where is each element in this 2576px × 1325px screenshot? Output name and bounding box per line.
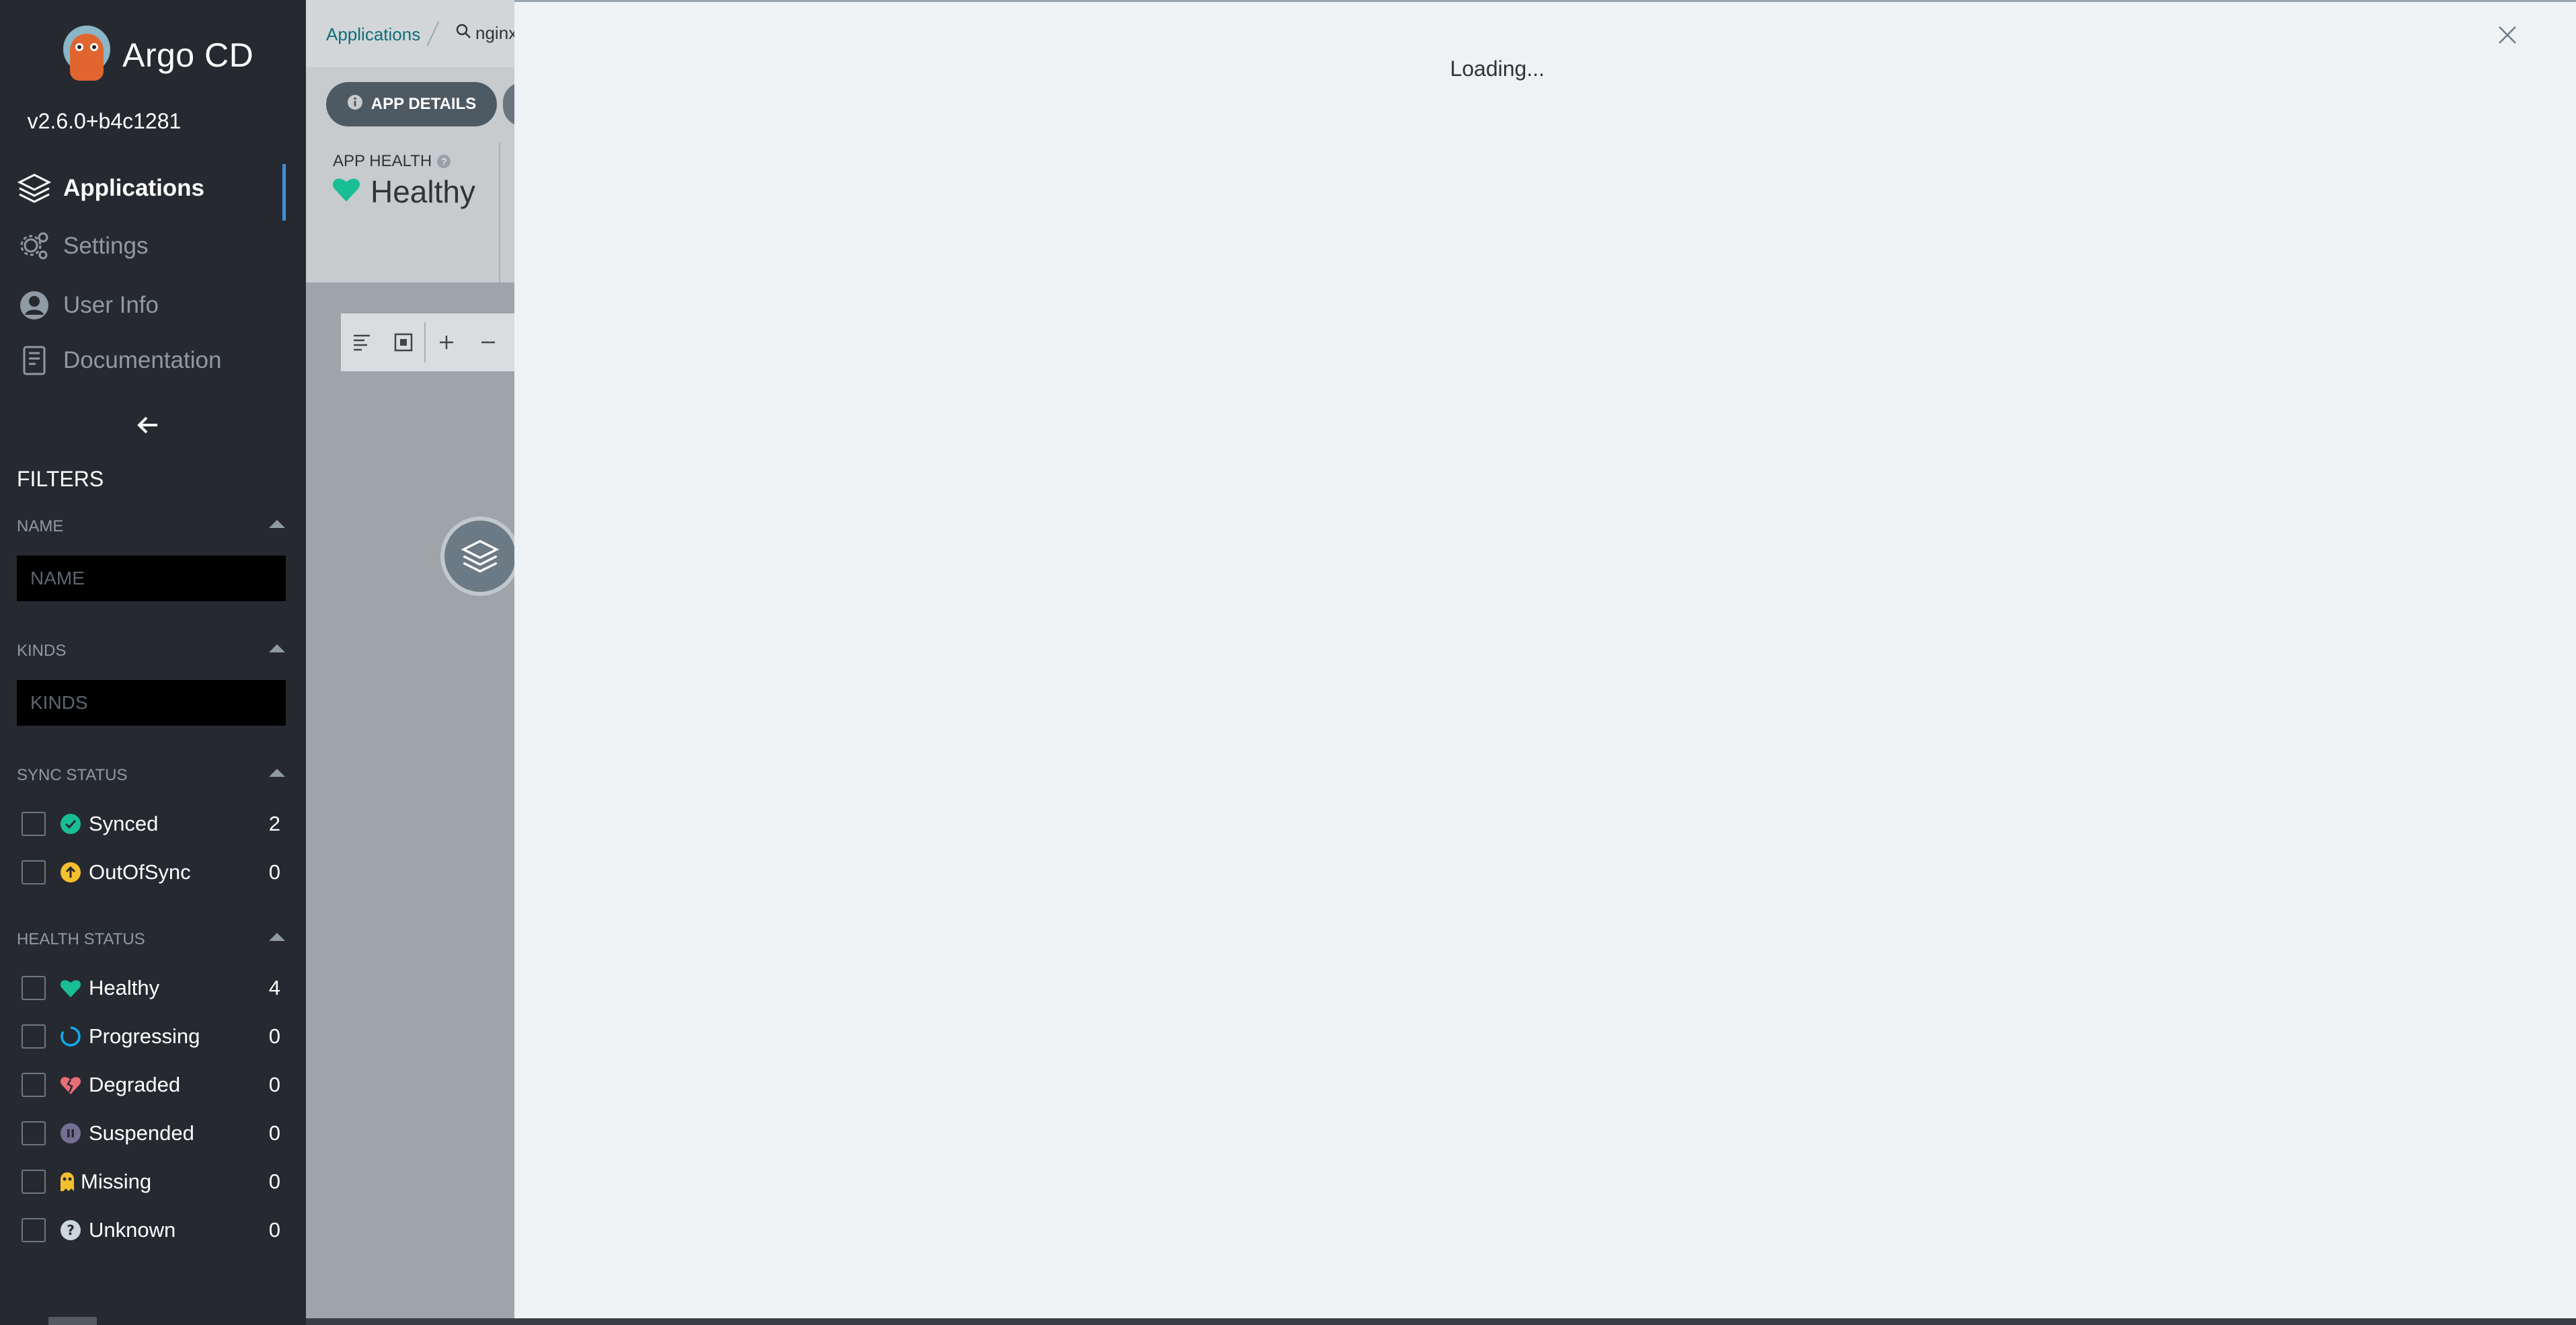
nav-item-settings[interactable]: Settings	[0, 219, 286, 273]
filter-label: Degraded	[89, 1073, 181, 1096]
search-text: nginx	[475, 23, 518, 43]
filter-kinds-label: KINDS	[17, 642, 67, 660]
loading-text: Loading...	[1450, 56, 1545, 81]
collapse-health-icon[interactable]	[269, 933, 285, 941]
filter-row-degraded[interactable]: Degraded 0	[22, 1068, 280, 1102]
brand[interactable]: Argo CD	[59, 26, 253, 85]
book-icon	[16, 342, 52, 379]
app-health-text: Healthy	[370, 174, 475, 209]
question-circle-icon: ?	[59, 1219, 82, 1242]
filter-sync-label: SYNC STATUS	[17, 766, 128, 784]
filter-row-outofsync[interactable]: OutOfSync 0	[22, 856, 280, 889]
heart-broken-icon	[59, 1073, 82, 1096]
gear-icon	[16, 228, 52, 264]
app-health-label: APP HEALTH ?	[333, 152, 451, 171]
filter-count: 0	[268, 1073, 280, 1096]
app-version: v2.6.0+b4c1281	[27, 109, 182, 133]
app-health-label-text: APP HEALTH	[333, 152, 432, 170]
filter-health-label: HEALTH STATUS	[17, 930, 145, 948]
heart-icon	[331, 174, 361, 210]
app-details-background: Applications nginx APP DETAILS APP HEALT…	[306, 0, 523, 1318]
filter-label: Healthy	[89, 976, 160, 999]
search-icon	[455, 23, 471, 44]
filter-row-missing[interactable]: Missing 0	[22, 1165, 280, 1199]
zoom-in-icon[interactable]	[426, 313, 467, 371]
nav-item-label: Documentation	[63, 347, 222, 373]
unknown-checkbox[interactable]	[22, 1218, 46, 1242]
align-left-icon[interactable]	[341, 313, 383, 371]
filters-title: FILTERS	[17, 467, 104, 491]
details-panel: Loading...	[514, 0, 2576, 1318]
app-details-label: APP DETAILS	[370, 95, 477, 113]
sidebar-scrollbar[interactable]	[48, 1317, 97, 1325]
app-health-value: Healthy	[331, 174, 475, 210]
nav-item-label: Applications	[63, 175, 205, 201]
pause-circle-icon	[59, 1122, 82, 1145]
filter-count: 0	[268, 1121, 280, 1145]
filter-label: Unknown	[89, 1218, 176, 1242]
filter-count: 0	[268, 1170, 280, 1193]
filter-label: Suspended	[89, 1121, 194, 1145]
filter-count: 0	[268, 1024, 280, 1048]
nav-item-label: Settings	[63, 233, 149, 259]
help-icon[interactable]: ?	[437, 155, 451, 168]
toolbar-divider	[499, 143, 500, 282]
filter-name-label: NAME	[17, 517, 64, 535]
filter-count: 4	[268, 976, 280, 999]
missing-checkbox[interactable]	[22, 1170, 46, 1194]
filter-row-healthy[interactable]: Healthy 4	[22, 971, 280, 1005]
suspended-checkbox[interactable]	[22, 1121, 46, 1145]
layers-icon	[16, 170, 52, 206]
argo-logo-icon	[59, 26, 113, 85]
check-circle-icon	[59, 812, 82, 835]
app-node-icon[interactable]	[440, 517, 520, 596]
filter-row-suspended[interactable]: Suspended 0	[22, 1116, 280, 1150]
close-icon[interactable]	[2493, 20, 2522, 50]
graph-toolbar	[341, 313, 516, 371]
breadcrumb-search[interactable]: nginx	[455, 23, 517, 44]
collapse-name-icon[interactable]	[269, 520, 285, 528]
ghost-icon	[59, 1170, 75, 1193]
filter-row-progressing[interactable]: Progressing 0	[22, 1020, 280, 1053]
fit-view-icon[interactable]	[383, 313, 424, 371]
filter-row-synced[interactable]: Synced 2	[22, 807, 280, 841]
info-icon	[347, 94, 363, 115]
filter-row-unknown[interactable]: ? Unknown 0	[22, 1213, 280, 1247]
zoom-out-icon[interactable]	[467, 313, 509, 371]
name-filter-input[interactable]	[17, 556, 286, 601]
collapse-kinds-icon[interactable]	[269, 644, 285, 652]
heart-icon	[59, 977, 82, 999]
synced-checkbox[interactable]	[22, 812, 46, 836]
progressing-checkbox[interactable]	[22, 1024, 46, 1049]
collapse-sync-icon[interactable]	[269, 769, 285, 777]
filter-label: OutOfSync	[89, 860, 191, 884]
svg-text:?: ?	[67, 1222, 75, 1238]
user-icon	[16, 287, 52, 324]
degraded-checkbox[interactable]	[22, 1073, 46, 1097]
panel-top-border	[514, 0, 2576, 2]
nav-item-user-info[interactable]: User Info	[0, 278, 286, 332]
collapse-sidebar-icon[interactable]	[134, 412, 161, 445]
nav-item-documentation[interactable]: Documentation	[0, 334, 286, 387]
app-title: Argo CD	[122, 36, 254, 74]
app-details-button[interactable]: APP DETAILS	[326, 82, 497, 126]
kinds-filter-input[interactable]	[17, 680, 286, 726]
healthy-checkbox[interactable]	[22, 976, 46, 1000]
arrow-up-circle-icon	[59, 861, 82, 884]
nav-item-applications[interactable]: Applications	[0, 161, 286, 221]
filter-label: Synced	[89, 812, 159, 835]
filter-label: Progressing	[89, 1024, 200, 1048]
outofsync-checkbox[interactable]	[22, 860, 46, 884]
bottom-bar	[306, 1318, 2576, 1325]
nav-item-label: User Info	[63, 292, 159, 318]
filter-count: 0	[268, 1218, 280, 1242]
filter-count: 2	[268, 812, 280, 835]
sidebar: Argo CD v2.6.0+b4c1281 Applications Sett…	[0, 0, 306, 1325]
filter-count: 0	[268, 860, 280, 884]
filter-label: Missing	[81, 1170, 152, 1193]
breadcrumb-applications[interactable]: Applications	[326, 24, 420, 45]
circle-notch-icon	[59, 1025, 82, 1048]
